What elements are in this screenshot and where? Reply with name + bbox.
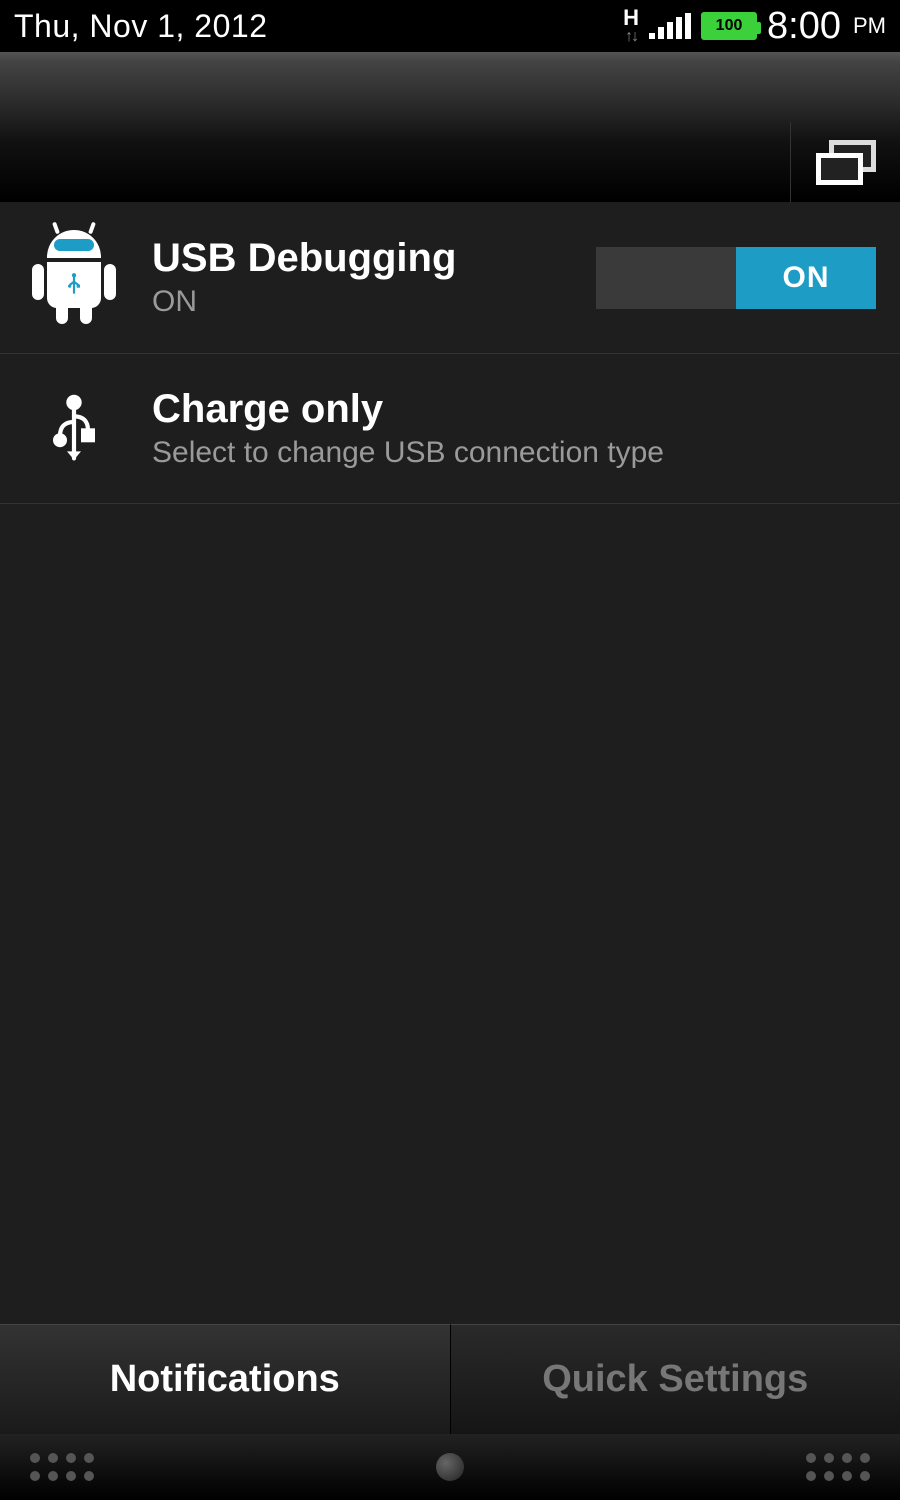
notification-title: USB Debugging [152, 236, 568, 281]
home-indicator-icon[interactable] [436, 1453, 464, 1481]
battery-level: 100 [716, 17, 743, 35]
notification-usb-debugging[interactable]: USB Debugging ON ON [0, 202, 900, 354]
network-type-indicator: H ↑↓ [623, 7, 639, 45]
data-arrows-icon: ↑↓ [625, 29, 637, 45]
recent-apps-icon [816, 140, 876, 185]
shade-header [0, 52, 900, 202]
network-type-label: H [623, 7, 639, 29]
usb-debugging-toggle[interactable]: ON [596, 247, 876, 309]
notification-title: Charge only [152, 387, 876, 432]
signal-strength-icon [649, 13, 691, 39]
dock-dots-right-icon [806, 1453, 870, 1481]
notification-subtitle: Select to change USB connection type [152, 436, 876, 470]
toggle-on-label: ON [736, 247, 876, 309]
recent-apps-button[interactable] [790, 122, 900, 202]
tab-label: Quick Settings [542, 1358, 808, 1401]
tab-label: Notifications [110, 1358, 340, 1401]
notification-text: Charge only Select to change USB connect… [152, 387, 876, 470]
notification-text: USB Debugging ON [152, 236, 568, 319]
notification-subtitle: ON [152, 285, 568, 319]
shade-tabs: Notifications Quick Settings [0, 1324, 900, 1434]
notification-charge-only[interactable]: Charge only Select to change USB connect… [0, 354, 900, 504]
status-ampm: PM [853, 13, 886, 39]
nav-dock [0, 1434, 900, 1500]
dock-dots-left-icon [30, 1453, 94, 1481]
notification-shade: Thu, Nov 1, 2012 H ↑↓ 100 8:00 PM [0, 0, 900, 1500]
tab-notifications[interactable]: Notifications [0, 1324, 450, 1434]
status-bar: Thu, Nov 1, 2012 H ↑↓ 100 8:00 PM [0, 0, 900, 52]
status-left: Thu, Nov 1, 2012 [14, 8, 623, 45]
tab-quick-settings[interactable]: Quick Settings [450, 1324, 900, 1434]
status-right: H ↑↓ 100 8:00 PM [623, 5, 886, 48]
battery-icon: 100 [701, 12, 757, 40]
status-date: Thu, Nov 1, 2012 [14, 8, 267, 45]
status-clock: 8:00 [767, 5, 841, 48]
android-debug-icon [24, 230, 124, 325]
notification-list: USB Debugging ON ON Charge o [0, 202, 900, 1324]
usb-icon [24, 394, 124, 464]
